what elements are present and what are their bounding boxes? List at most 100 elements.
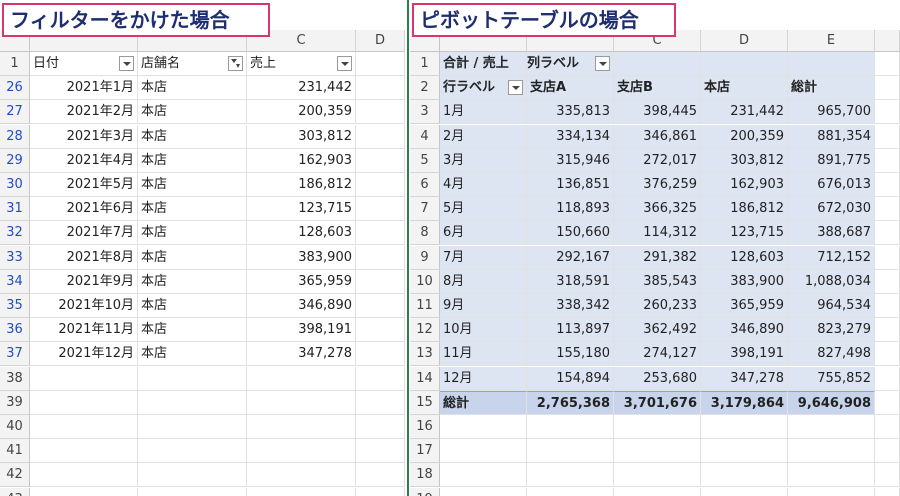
store-cell[interactable]: 本店 [138,148,247,173]
row-header[interactable]: 6 [410,173,440,197]
pivot-value-cell[interactable]: 162,903 [701,173,788,197]
column-header[interactable] [875,30,900,52]
grid-cell[interactable] [875,76,900,101]
grid-cell[interactable] [875,124,900,149]
date-cell[interactable]: 2021年9月 [30,269,138,294]
grid-cell[interactable] [356,221,405,246]
grid-cell[interactable] [247,439,356,464]
row-header[interactable]: 3 [410,100,440,125]
pivot-row-label[interactable]: 8月 [440,269,527,294]
pivot-value-cell[interactable]: 385,543 [614,269,701,294]
row-header[interactable]: 30 [0,173,30,197]
sales-cell[interactable]: 383,900 [247,245,356,270]
grid-cell[interactable] [356,124,405,149]
grid-cell[interactable] [527,439,614,464]
pivot-value-cell[interactable]: 291,382 [614,245,701,270]
pivot-value-cell[interactable]: 823,279 [788,318,875,343]
pivot-value-cell[interactable]: 303,812 [701,148,788,173]
pivot-value-cell[interactable]: 114,312 [614,221,701,246]
grand-total-value[interactable]: 3,701,676 [614,390,701,415]
grid-cell[interactable] [614,463,701,488]
grid-cell[interactable] [875,463,900,488]
pivot-value-cell[interactable]: 1,088,034 [788,269,875,294]
pivot-value-cell[interactable]: 150,660 [527,221,614,246]
pivot-value-cell[interactable]: 155,180 [527,342,614,367]
grid-cell[interactable] [527,415,614,439]
grid-cell[interactable] [788,487,875,496]
pivot-value-cell[interactable]: 231,442 [701,100,788,125]
row-header[interactable]: 18 [410,463,440,488]
date-cell[interactable]: 2021年10月 [30,294,138,318]
grid-cell[interactable] [440,439,527,464]
row-header[interactable]: 26 [0,76,30,101]
pivot-value-cell[interactable]: 676,013 [788,173,875,197]
grid-cell[interactable] [138,463,247,488]
row-header[interactable]: 32 [0,221,30,246]
filter-applied-icon[interactable] [228,56,243,71]
grid-cell[interactable] [356,342,405,367]
grid-cell[interactable] [356,318,405,343]
pivot-column-header[interactable]: 支店A [527,76,614,101]
row-header[interactable]: 11 [410,294,440,318]
grid-cell[interactable] [247,390,356,415]
row-header[interactable]: 29 [0,148,30,173]
row-header[interactable]: 37 [0,342,30,367]
grid-cell[interactable] [875,221,900,246]
row-header[interactable]: 19 [410,487,440,496]
pivot-value-cell[interactable]: 318,591 [527,269,614,294]
store-cell[interactable]: 本店 [138,342,247,367]
date-cell[interactable]: 2021年6月 [30,197,138,222]
grand-total-value[interactable]: 2,765,368 [527,390,614,415]
grid-cell[interactable] [356,76,405,101]
row-header[interactable]: 40 [0,415,30,439]
grid-cell[interactable] [614,52,701,76]
store-cell[interactable]: 本店 [138,245,247,270]
grid-cell[interactable] [875,197,900,222]
grid-cell[interactable] [356,245,405,270]
sales-cell[interactable]: 186,812 [247,173,356,197]
grid-cell[interactable] [356,366,405,391]
row-header[interactable]: 41 [0,439,30,464]
row-header[interactable]: 28 [0,124,30,149]
table-header-cell[interactable]: 売上 [247,52,356,76]
grid-cell[interactable] [875,100,900,125]
pivot-value-cell[interactable]: 154,894 [527,366,614,391]
row-header[interactable]: 43 [0,487,30,496]
pivot-value-cell[interactable]: 315,946 [527,148,614,173]
sales-cell[interactable]: 162,903 [247,148,356,173]
grid-cell[interactable]: 合計 / 売上 [440,52,527,76]
pivot-value-cell[interactable]: 186,812 [701,197,788,222]
grid-cell[interactable] [356,269,405,294]
row-header[interactable]: 9 [410,245,440,270]
grid-cell[interactable] [30,390,138,415]
date-cell[interactable]: 2021年3月 [30,124,138,149]
sales-cell[interactable]: 128,603 [247,221,356,246]
pivot-row-label[interactable]: 7月 [440,245,527,270]
pivot-value-cell[interactable]: 113,897 [527,318,614,343]
grid-cell[interactable] [527,487,614,496]
grid-cell[interactable] [356,487,405,496]
pivot-value-cell[interactable]: 672,030 [788,197,875,222]
row-header[interactable]: 35 [0,294,30,318]
pivot-row-label[interactable]: 9月 [440,294,527,318]
sales-cell[interactable]: 200,359 [247,100,356,125]
grid-cell[interactable] [875,390,900,415]
date-cell[interactable]: 2021年7月 [30,221,138,246]
column-header[interactable]: D [701,30,788,52]
row-header[interactable]: 16 [410,415,440,439]
grid-cell[interactable] [788,439,875,464]
date-cell[interactable]: 2021年1月 [30,76,138,101]
grid-cell[interactable] [356,173,405,197]
pivot-value-cell[interactable]: 272,017 [614,148,701,173]
pivot-column-header[interactable]: 総計 [788,76,875,101]
pivot-value-cell[interactable]: 365,959 [701,294,788,318]
pivot-row-label[interactable]: 5月 [440,197,527,222]
sales-cell[interactable]: 365,959 [247,269,356,294]
pivot-row-label[interactable]: 1月 [440,100,527,125]
column-header[interactable]: D [356,30,405,52]
store-cell[interactable]: 本店 [138,269,247,294]
pivot-value-cell[interactable]: 260,233 [614,294,701,318]
grid-cell[interactable] [356,197,405,222]
pivot-value-cell[interactable]: 398,445 [614,100,701,125]
filter-dropdown-icon[interactable] [119,56,134,71]
